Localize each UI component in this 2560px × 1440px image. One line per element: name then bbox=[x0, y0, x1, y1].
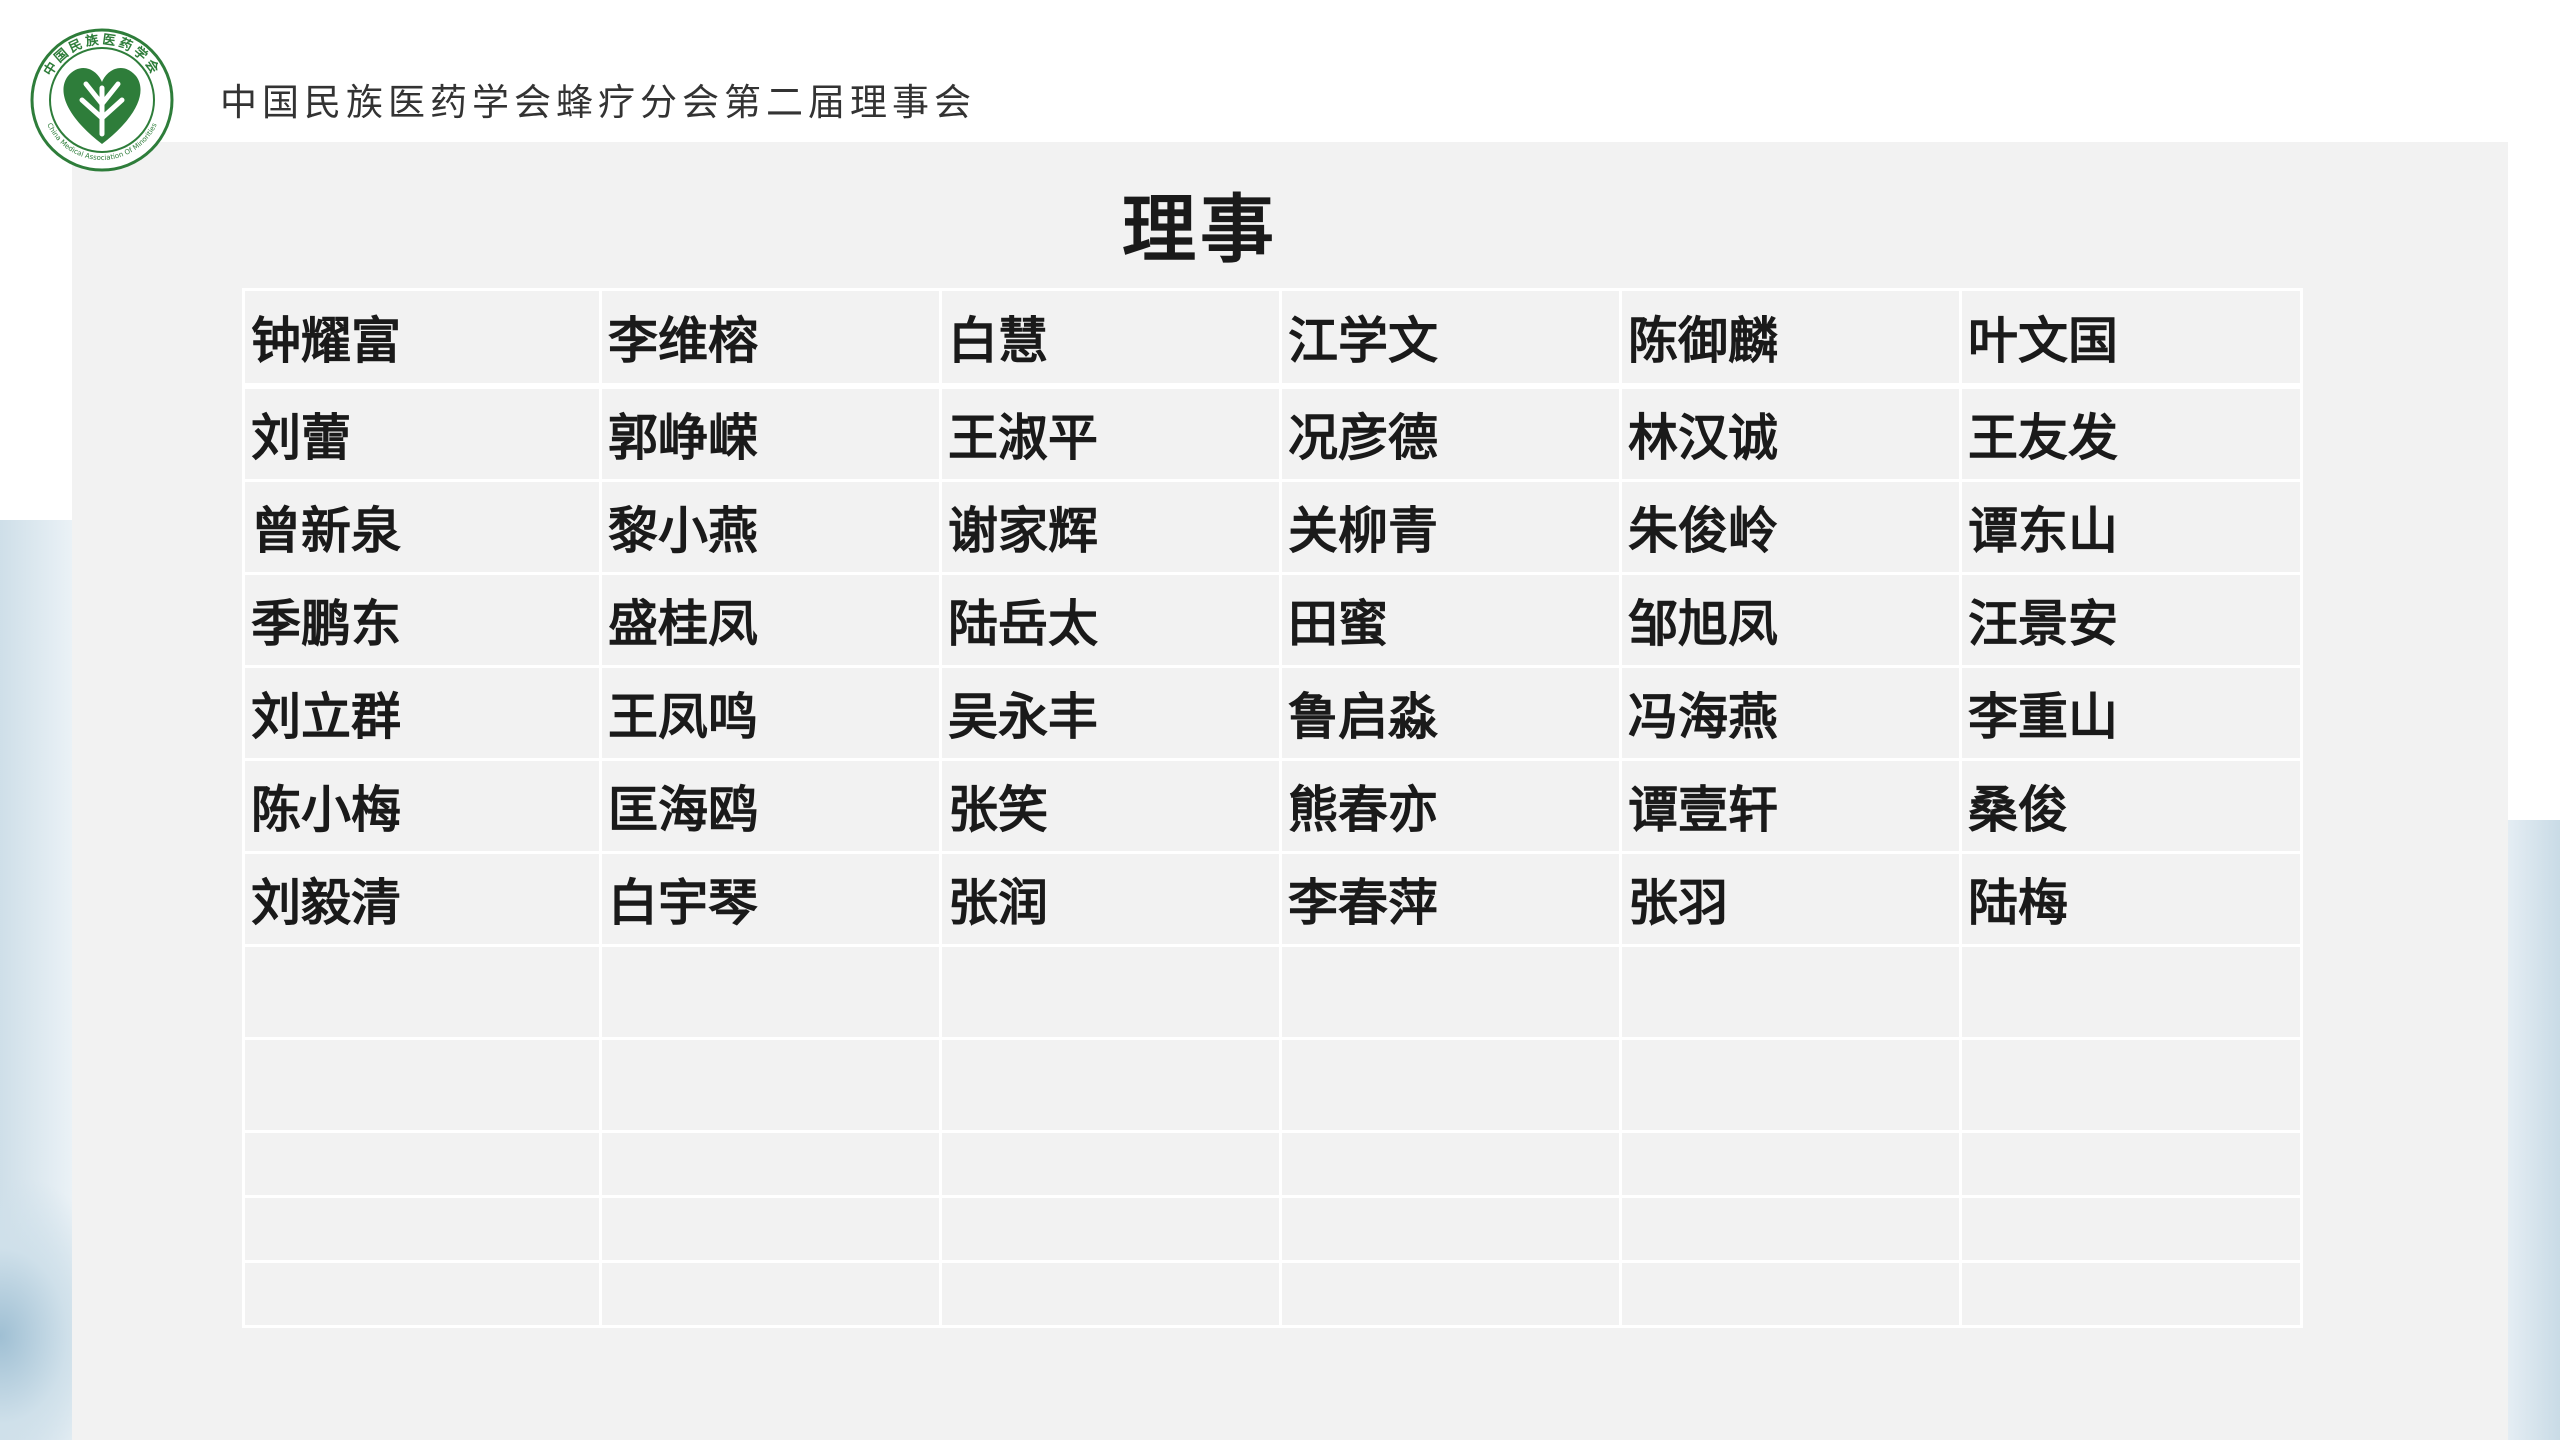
slide-header: 中国民族医药学会 China Medical Association Of Mi… bbox=[0, 0, 2560, 172]
member-name: 林汉诚 bbox=[1619, 384, 1962, 482]
table-row-empty bbox=[242, 1037, 2303, 1133]
heart-leaf-logo-icon: 中国民族医药学会 China Medical Association Of Mi… bbox=[30, 28, 174, 172]
member-name: 邹旭凤 bbox=[1619, 572, 1962, 668]
member-name: 王淑平 bbox=[939, 384, 1282, 482]
member-name: 谭壹轩 bbox=[1619, 758, 1962, 854]
member-name: 白宇琴 bbox=[599, 851, 942, 947]
table-row-empty bbox=[242, 1130, 2303, 1198]
table-row: 陈小梅 匡海鸥 张笑 熊春亦 谭壹轩 桑俊 bbox=[242, 758, 2303, 854]
empty-cell bbox=[1959, 944, 2303, 1040]
member-name: 王凤鸣 bbox=[599, 665, 942, 761]
member-name: 季鹏东 bbox=[242, 572, 602, 668]
empty-cell bbox=[599, 1260, 942, 1328]
member-name: 王友发 bbox=[1959, 384, 2303, 482]
empty-cell bbox=[939, 1260, 1282, 1328]
member-name: 张笑 bbox=[939, 758, 1282, 854]
member-name: 况彦德 bbox=[1279, 384, 1622, 482]
empty-cell bbox=[1279, 1130, 1622, 1198]
empty-cell bbox=[1279, 1037, 1622, 1133]
member-name: 陈小梅 bbox=[242, 758, 602, 854]
member-name: 刘立群 bbox=[242, 665, 602, 761]
table-row-empty bbox=[242, 944, 2303, 1040]
member-name: 李维榕 bbox=[599, 288, 942, 389]
member-name: 曾新泉 bbox=[242, 479, 602, 575]
empty-cell bbox=[242, 1260, 602, 1328]
empty-cell bbox=[1279, 944, 1622, 1040]
member-name: 钟耀富 bbox=[242, 288, 602, 389]
empty-cell bbox=[1959, 1260, 2303, 1328]
empty-cell bbox=[1959, 1195, 2303, 1263]
organization-name: 中国民族医药学会蜂疗分会第二届理事会 bbox=[220, 81, 976, 124]
member-name: 陆岳太 bbox=[939, 572, 1282, 668]
empty-cell bbox=[1279, 1260, 1622, 1328]
member-name: 桑俊 bbox=[1959, 758, 2303, 854]
member-name: 刘毅清 bbox=[242, 851, 602, 947]
member-name: 关柳青 bbox=[1279, 479, 1622, 575]
table-row: 季鹏东 盛桂凤 陆岳太 田蜜 邹旭凤 汪景安 bbox=[242, 572, 2303, 668]
member-name: 冯海燕 bbox=[1619, 665, 1962, 761]
member-name: 李重山 bbox=[1959, 665, 2303, 761]
empty-cell bbox=[599, 1037, 942, 1133]
empty-cell bbox=[939, 1130, 1282, 1198]
member-name: 李春萍 bbox=[1279, 851, 1622, 947]
member-name: 张润 bbox=[939, 851, 1282, 947]
empty-cell bbox=[1279, 1195, 1622, 1263]
empty-cell bbox=[939, 944, 1282, 1040]
member-name: 盛桂凤 bbox=[599, 572, 942, 668]
member-name: 江学文 bbox=[1279, 288, 1622, 389]
member-name: 张羽 bbox=[1619, 851, 1962, 947]
empty-cell bbox=[939, 1195, 1282, 1263]
empty-cell bbox=[1619, 1037, 1962, 1133]
empty-cell bbox=[1619, 944, 1962, 1040]
member-name: 郭峥嵘 bbox=[599, 384, 942, 482]
member-name: 谭东山 bbox=[1959, 479, 2303, 575]
member-name: 田蜜 bbox=[1279, 572, 1622, 668]
empty-cell bbox=[1619, 1130, 1962, 1198]
member-name: 吴永丰 bbox=[939, 665, 1282, 761]
member-name: 黎小燕 bbox=[599, 479, 942, 575]
empty-cell bbox=[599, 944, 942, 1040]
table-row: 钟耀富 李维榕 白慧 江学文 陈御麟 叶文国 bbox=[242, 288, 2303, 389]
table-row-empty bbox=[242, 1195, 2303, 1263]
table-row: 曾新泉 黎小燕 谢家辉 关柳青 朱俊岭 谭东山 bbox=[242, 479, 2303, 575]
empty-cell bbox=[242, 1195, 602, 1263]
table-row: 刘毅清 白宇琴 张润 李春萍 张羽 陆梅 bbox=[242, 851, 2303, 947]
member-name: 陈御麟 bbox=[1619, 288, 1962, 389]
member-name: 叶文国 bbox=[1959, 288, 2303, 389]
empty-cell bbox=[242, 1130, 602, 1198]
member-name: 鲁启淼 bbox=[1279, 665, 1622, 761]
page-title: 理事 bbox=[1122, 187, 1278, 273]
member-name: 谢家辉 bbox=[939, 479, 1282, 575]
members-table: 钟耀富 李维榕 白慧 江学文 陈御麟 叶文国 刘蕾 郭峥嵘 王淑平 况彦德 林汉… bbox=[242, 288, 2303, 1328]
table-row-empty bbox=[242, 1260, 2303, 1328]
member-name: 白慧 bbox=[939, 288, 1282, 389]
member-name: 朱俊岭 bbox=[1619, 479, 1962, 575]
empty-cell bbox=[599, 1130, 942, 1198]
empty-cell bbox=[1959, 1037, 2303, 1133]
empty-cell bbox=[1959, 1130, 2303, 1198]
empty-cell bbox=[242, 944, 602, 1040]
table-row: 刘蕾 郭峥嵘 王淑平 况彦德 林汉诚 王友发 bbox=[242, 384, 2303, 482]
table-row: 刘立群 王凤鸣 吴永丰 鲁启淼 冯海燕 李重山 bbox=[242, 665, 2303, 761]
member-name: 刘蕾 bbox=[242, 384, 602, 482]
member-name: 熊春亦 bbox=[1279, 758, 1622, 854]
empty-cell bbox=[939, 1037, 1282, 1133]
empty-cell bbox=[242, 1037, 602, 1133]
empty-cell bbox=[1619, 1260, 1962, 1328]
member-name: 陆梅 bbox=[1959, 851, 2303, 947]
empty-cell bbox=[599, 1195, 942, 1263]
empty-cell bbox=[1619, 1195, 1962, 1263]
member-name: 匡海鸥 bbox=[599, 758, 942, 854]
member-name: 汪景安 bbox=[1959, 572, 2303, 668]
